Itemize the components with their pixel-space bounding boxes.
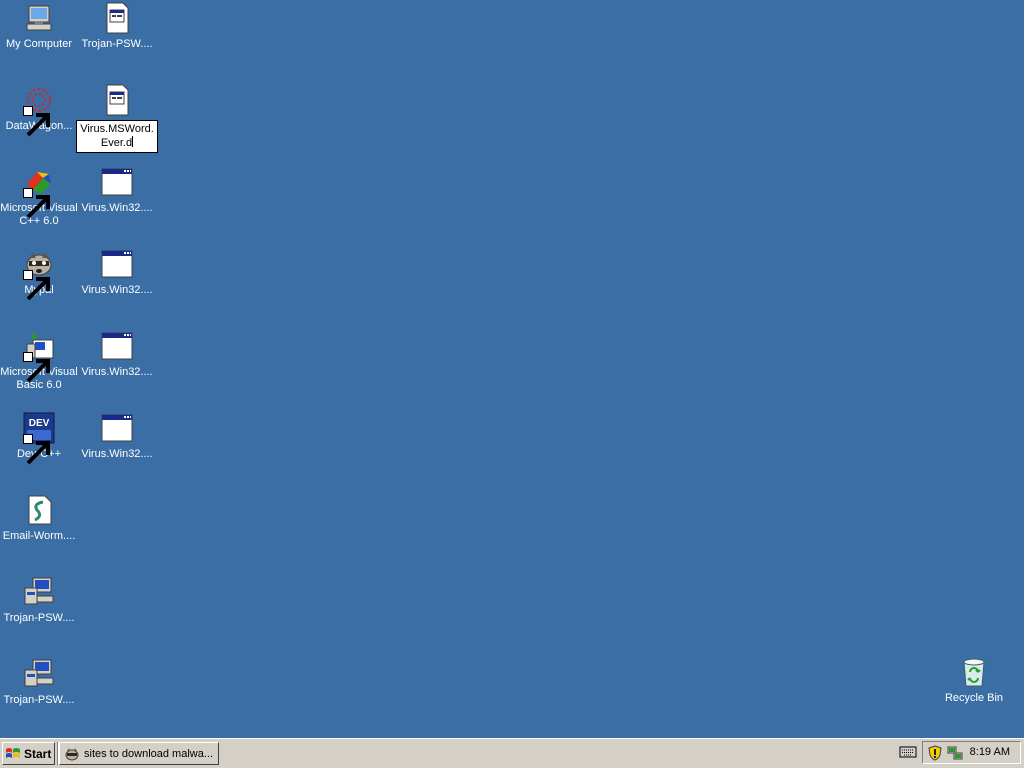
my-computer-icon [23, 2, 55, 34]
network-computers-icon[interactable] [947, 745, 963, 761]
script-file-icon [23, 494, 55, 526]
recycle-bin-label: Recycle Bin [944, 692, 1004, 704]
desktop-icon-email-worm[interactable]: Email-Worm.... [0, 494, 78, 543]
keyboard-icon[interactable] [899, 745, 917, 759]
installer-computer-icon [23, 658, 55, 690]
trojan-psw-3-label: Trojan-PSW.... [3, 694, 75, 706]
dev-cpp-badge-text: DEV [29, 418, 50, 429]
desktop-icon-virus-msword-rename[interactable]: Virus.MSWord. Ever.d [76, 84, 158, 153]
trojan-psw-2-label: Trojan-PSW.... [3, 612, 75, 624]
document-file-icon [101, 84, 133, 116]
virus-win32-1-label: Virus.Win32.... [81, 202, 153, 214]
recycle-bin-icon [958, 656, 990, 688]
start-label: Start [24, 746, 52, 761]
shortcut-arrow-icon [23, 270, 50, 301]
desktop-icon-mypal[interactable]: Mypal [0, 248, 78, 301]
desktop-icon-virus-win32-3[interactable]: Virus.Win32.... [78, 330, 156, 379]
desktop-icon-my-computer[interactable]: My Computer [0, 2, 78, 51]
taskbar-button-label: sites to download malwa... [84, 747, 214, 760]
clock[interactable]: 8:19 AM [970, 746, 1010, 758]
shortcut-arrow-icon [23, 352, 50, 383]
desktop-icon-trojan-psw-2[interactable]: Trojan-PSW.... [0, 576, 78, 625]
desktop-icon-trojan-psw-1[interactable]: Trojan-PSW.... [78, 2, 156, 51]
email-worm-label: Email-Worm.... [2, 530, 76, 542]
taskbar-button-browser[interactable]: sites to download malwa... [59, 742, 219, 765]
visual-basic-icon [23, 330, 55, 383]
shortcut-arrow-icon [23, 106, 50, 137]
my-computer-label: My Computer [5, 38, 73, 50]
virus-win32-3-label: Virus.Win32.... [81, 366, 153, 378]
security-shield-icon[interactable] [927, 744, 943, 761]
document-file-icon [101, 2, 133, 34]
desktop-icon-virus-win32-2[interactable]: Virus.Win32.... [78, 248, 156, 297]
datawagon-icon [23, 84, 55, 137]
trojan-psw-1-label: Trojan-PSW.... [81, 38, 153, 50]
mypal-raccoon-icon [65, 747, 79, 760]
rename-text-line-2: Ever.d [100, 137, 133, 149]
desktop-icon-virus-win32-1[interactable]: Virus.Win32.... [78, 166, 156, 215]
windows-logo-icon [6, 747, 20, 758]
shortcut-arrow-icon [23, 188, 50, 219]
desktop-icon-virus-win32-4[interactable]: Virus.Win32.... [78, 412, 156, 461]
desktop-icon-trojan-psw-3[interactable]: Trojan-PSW.... [0, 658, 78, 707]
desktop-icon-datawagon[interactable]: DataWagon... [0, 84, 78, 137]
desktop: My Computer DataWagon... Microsoft Visua… [0, 0, 1024, 738]
mypal-raccoon-icon [23, 248, 55, 301]
virus-win32-2-label: Virus.Win32.... [81, 284, 153, 296]
dev-cpp-icon: DEV [23, 412, 55, 465]
application-window-icon [101, 330, 133, 362]
virus-win32-4-label: Virus.Win32.... [81, 448, 153, 460]
desktop-icon-dev-cpp[interactable]: DEV Dev-C++ [0, 412, 78, 465]
start-button[interactable]: Start [2, 742, 55, 765]
application-window-icon [101, 412, 133, 444]
installer-computer-icon [23, 576, 55, 608]
rename-text-field[interactable]: Virus.MSWord. Ever.d [76, 120, 158, 153]
taskbar: Start sites to download malwa... [0, 738, 1024, 768]
text-caret [132, 136, 134, 147]
shortcut-arrow-icon [23, 434, 50, 465]
application-window-icon [101, 166, 133, 198]
rename-text-line-1: Virus.MSWord. [80, 123, 154, 135]
visual-cpp-icon [23, 166, 55, 219]
desktop-icon-recycle-bin[interactable]: Recycle Bin [935, 656, 1013, 705]
system-tray: 8:19 AM [922, 741, 1021, 764]
application-window-icon [101, 248, 133, 280]
desktop-icon-ms-visual-basic[interactable]: Microsoft Visual Basic 6.0 [0, 330, 78, 392]
desktop-icon-ms-visual-cpp[interactable]: Microsoft Visual C++ 6.0 [0, 166, 78, 228]
